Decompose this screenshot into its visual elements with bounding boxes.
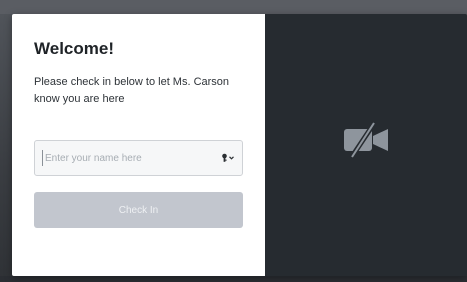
backdrop-top-bar [0,0,467,14]
key-dropdown-icon [222,153,234,162]
autofill-key-icon[interactable] [216,141,240,175]
welcome-title: Welcome! [34,39,114,58]
video-preview [265,14,467,276]
camera-off-icon [344,120,388,160]
name-input[interactable] [42,150,216,166]
backdrop-bottom-bar [0,276,467,282]
checkin-panel: Welcome! Please check in below to let Ms… [12,14,265,276]
check-in-button[interactable]: Check In [34,192,243,228]
checkin-modal: Welcome! Please check in below to let Ms… [12,14,467,276]
checkin-message: Please check in below to let Ms. Carson … [34,76,230,105]
name-field[interactable] [34,140,243,176]
